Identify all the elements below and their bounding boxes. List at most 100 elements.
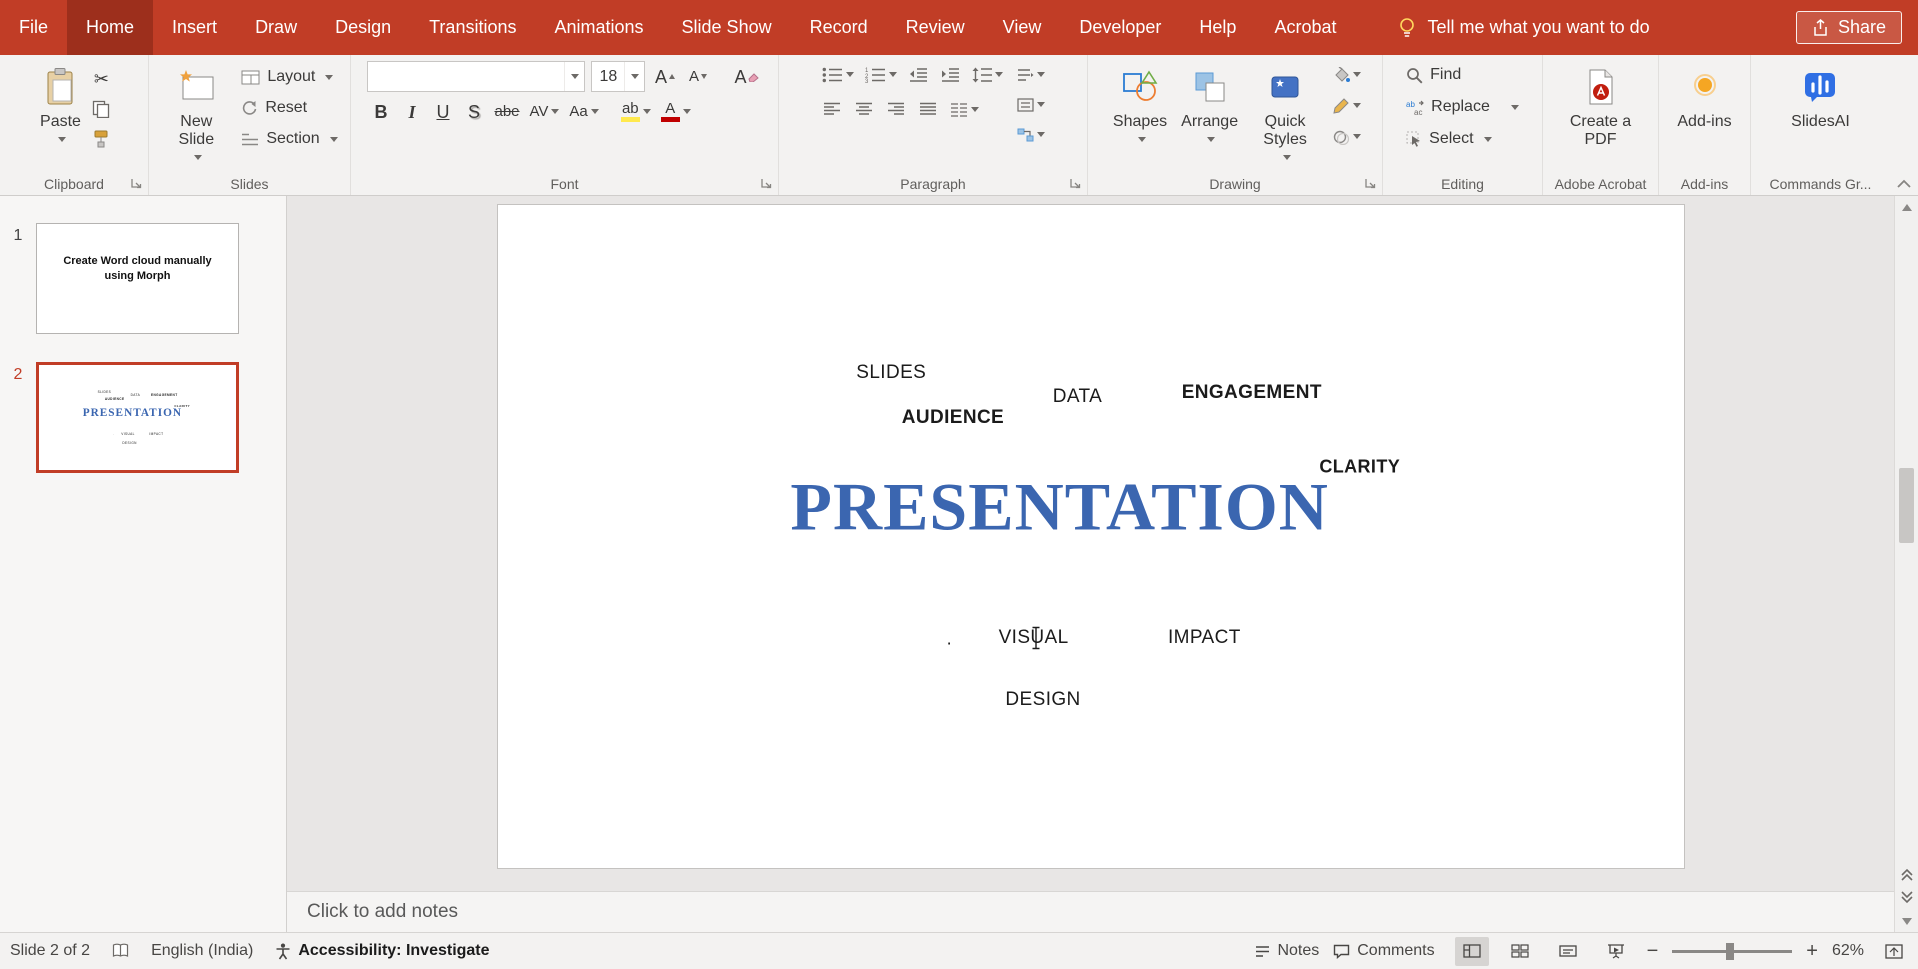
tab-animations[interactable]: Animations <box>535 0 662 55</box>
copy-button[interactable] <box>88 95 115 122</box>
quick-styles-button[interactable]: Quick Styles <box>1245 61 1325 170</box>
next-slide-button[interactable] <box>1900 890 1914 904</box>
align-center-button[interactable] <box>851 96 878 123</box>
align-left-button[interactable] <box>819 96 846 123</box>
tab-file[interactable]: File <box>0 0 67 55</box>
scrollbar-track[interactable] <box>1895 218 1918 862</box>
increase-indent-button[interactable] <box>937 61 964 88</box>
cloud-word[interactable]: ENGAGEMENT <box>1182 382 1322 404</box>
font-dialog-launcher[interactable] <box>760 177 773 190</box>
zoom-slider[interactable] <box>1672 950 1792 953</box>
format-painter-button[interactable] <box>88 125 115 152</box>
tab-insert[interactable]: Insert <box>153 0 236 55</box>
zoom-in-button[interactable]: + <box>1806 941 1818 961</box>
underline-button[interactable]: U <box>429 98 456 125</box>
tab-help[interactable]: Help <box>1180 0 1255 55</box>
cloud-word[interactable]: DESIGN <box>1005 689 1080 711</box>
normal-view-button[interactable] <box>1455 937 1489 966</box>
arrange-button[interactable]: Arrange <box>1174 61 1245 152</box>
paragraph-dialog-launcher[interactable] <box>1069 177 1082 190</box>
font-size-combo[interactable]: 18 <box>591 61 645 92</box>
shape-outline-button[interactable] <box>1329 92 1364 119</box>
slide-show-button[interactable] <box>1599 937 1633 966</box>
cloud-word[interactable]: . <box>947 629 952 650</box>
addins-button[interactable]: Add-ins <box>1670 61 1738 134</box>
scrollbar-thumb[interactable] <box>1899 468 1914 543</box>
character-spacing-button[interactable]: AV <box>527 98 563 125</box>
zoom-level-button[interactable]: 62% <box>1832 942 1864 960</box>
shape-fill-button[interactable] <box>1329 61 1364 88</box>
slide-sorter-view-button[interactable] <box>1503 937 1537 966</box>
highlight-color-button[interactable]: ab <box>618 98 654 125</box>
new-slide-button[interactable]: New Slide <box>156 61 236 170</box>
collapse-ribbon-button[interactable] <box>1896 178 1912 189</box>
grow-font-button[interactable]: A <box>651 63 678 90</box>
tab-view[interactable]: View <box>984 0 1061 55</box>
zoom-out-button[interactable]: − <box>1647 941 1659 961</box>
align-text-button[interactable] <box>1014 91 1048 118</box>
scroll-down-button[interactable] <box>1895 910 1918 932</box>
previous-slide-button[interactable] <box>1900 868 1914 882</box>
proofing-button[interactable] <box>112 943 129 959</box>
font-color-button[interactable]: A <box>658 98 694 125</box>
slide-counter[interactable]: Slide 2 of 2 <box>10 942 90 960</box>
convert-to-smartart-button[interactable] <box>1014 121 1048 148</box>
find-button[interactable]: Find <box>1401 61 1466 89</box>
tab-transitions[interactable]: Transitions <box>410 0 535 55</box>
select-button[interactable]: Select <box>1401 125 1496 153</box>
align-right-button[interactable] <box>883 96 910 123</box>
tab-draw[interactable]: Draw <box>236 0 316 55</box>
shapes-button[interactable]: Shapes <box>1106 61 1174 152</box>
comments-toggle-button[interactable]: Comments <box>1333 942 1434 960</box>
tab-slide-show[interactable]: Slide Show <box>663 0 791 55</box>
shrink-font-button[interactable]: A <box>684 63 711 90</box>
font-name-combo[interactable] <box>367 61 585 92</box>
italic-button[interactable]: I <box>398 98 425 125</box>
shape-effects-button[interactable] <box>1329 123 1364 150</box>
fit-slide-to-window-button[interactable] <box>1880 937 1908 966</box>
scroll-up-button[interactable] <box>1895 196 1918 218</box>
create-pdf-button[interactable]: Create a PDF <box>1561 61 1641 152</box>
slide-canvas[interactable]: SLIDESDATAENGAGEMENTAUDIENCECLARITYPRESE… <box>497 204 1685 869</box>
slidesai-button[interactable]: SlidesAI <box>1784 61 1857 134</box>
tab-acrobat[interactable]: Acrobat <box>1255 0 1355 55</box>
tab-record[interactable]: Record <box>791 0 887 55</box>
tell-me-box[interactable]: Tell me what you want to do <box>1397 0 1649 55</box>
zoom-slider-thumb[interactable] <box>1726 943 1734 960</box>
line-spacing-button[interactable] <box>969 61 1006 88</box>
tab-developer[interactable]: Developer <box>1060 0 1180 55</box>
columns-button[interactable] <box>947 96 982 123</box>
notes-toggle-button[interactable]: Notes <box>1255 942 1319 960</box>
tab-home[interactable]: Home <box>67 0 153 55</box>
cut-button[interactable]: ✂ <box>88 65 115 92</box>
clear-formatting-button[interactable]: A <box>731 63 761 90</box>
text-direction-button[interactable] <box>1014 61 1048 88</box>
cloud-word[interactable]: AUDIENCE <box>902 407 1004 429</box>
strikethrough-button[interactable]: abe <box>491 98 522 125</box>
section-button[interactable]: Section <box>236 125 342 153</box>
reading-view-button[interactable] <box>1551 937 1585 966</box>
slide-2-thumbnail[interactable]: SLIDESDATAENGAGEMENTAUDIENCECLARITYPRESE… <box>36 362 239 473</box>
reset-button[interactable]: Reset <box>236 94 342 122</box>
paste-button[interactable]: Paste <box>33 61 88 152</box>
accessibility-checker[interactable]: Accessibility: Investigate <box>275 942 489 960</box>
drawing-dialog-launcher[interactable] <box>1364 177 1377 190</box>
replace-button[interactable]: abac Replace <box>1401 93 1524 121</box>
font-name-chevron[interactable] <box>564 62 584 91</box>
vertical-scrollbar[interactable] <box>1894 196 1918 932</box>
bold-button[interactable]: B <box>367 98 394 125</box>
cloud-word[interactable]: IMPACT <box>1168 627 1241 649</box>
bullets-button[interactable] <box>819 61 857 88</box>
numbering-button[interactable]: 123 <box>862 61 900 88</box>
notes-pane[interactable]: Click to add notes <box>287 891 1894 932</box>
font-size-chevron[interactable] <box>624 62 644 91</box>
clipboard-dialog-launcher[interactable] <box>130 177 143 190</box>
text-shadow-button[interactable]: S <box>460 98 487 125</box>
cloud-word-title[interactable]: PRESENTATION <box>790 468 1328 547</box>
tab-review[interactable]: Review <box>887 0 984 55</box>
slide-1-thumbnail[interactable]: Create Word cloud manually using Morph <box>36 223 239 334</box>
cloud-word[interactable]: DATA <box>1053 386 1102 408</box>
justify-button[interactable] <box>915 96 942 123</box>
tab-design[interactable]: Design <box>316 0 410 55</box>
cloud-word[interactable]: CLARITY <box>1319 456 1400 477</box>
